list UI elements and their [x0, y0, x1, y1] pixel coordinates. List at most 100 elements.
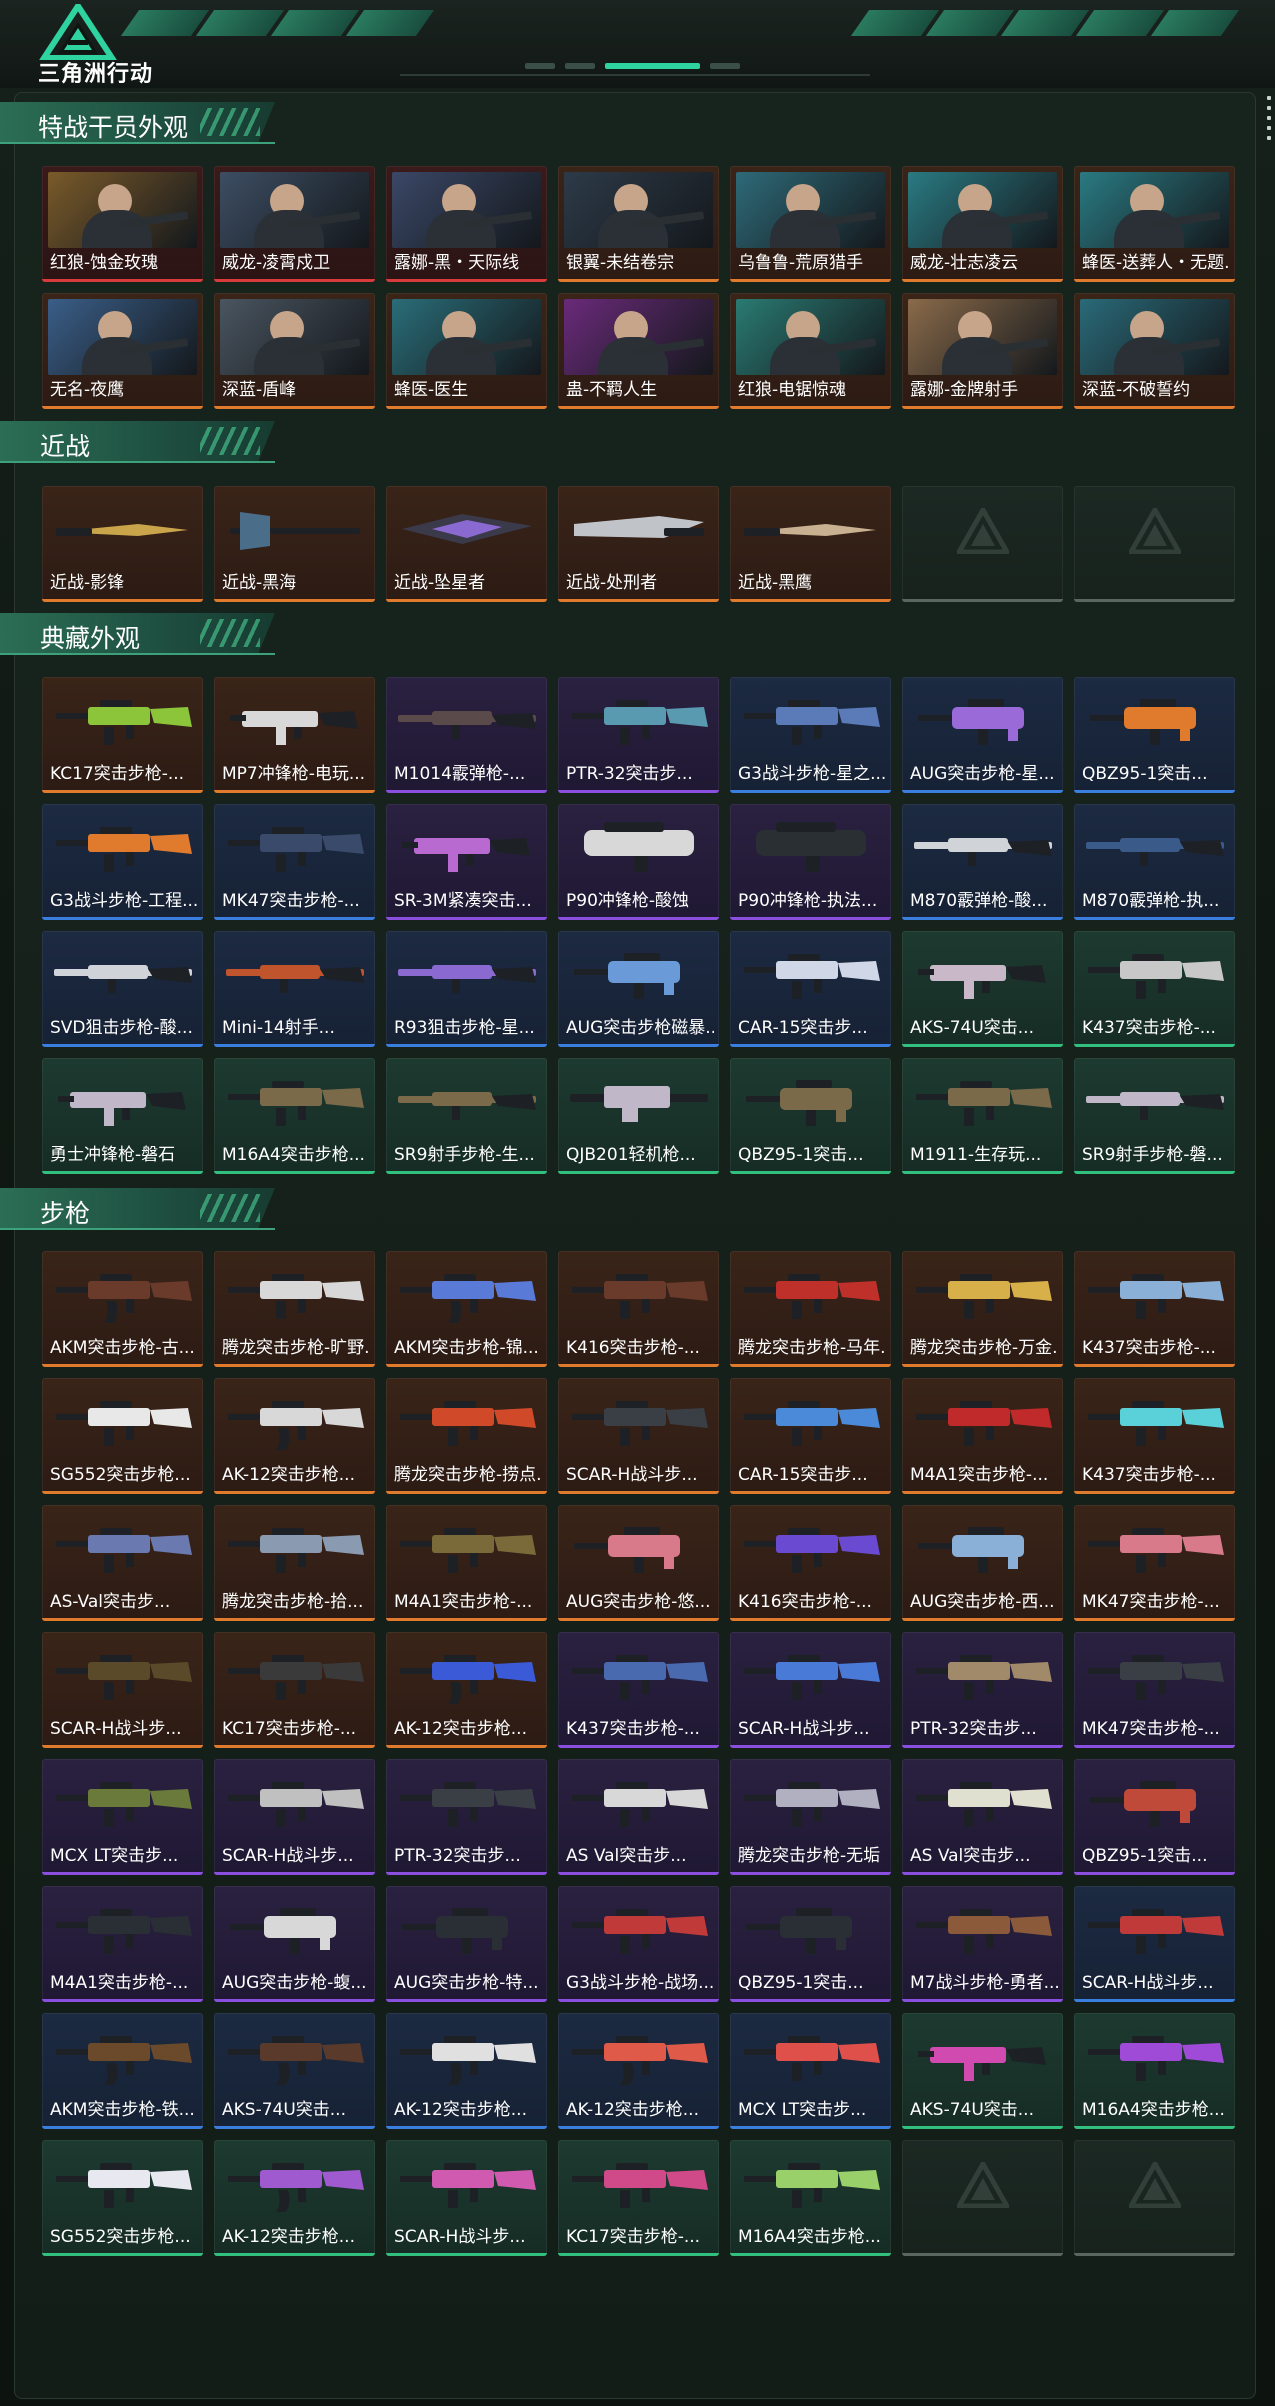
skin-card[interactable]: 近战-处刑者: [558, 486, 719, 602]
skin-card[interactable]: AUG突击步枪-特...: [386, 1886, 547, 2002]
skin-card[interactable]: 腾龙突击步枪-捞点...: [386, 1378, 547, 1494]
skin-card[interactable]: AUG突击步枪-星...: [902, 677, 1063, 793]
skin-card[interactable]: SR-3M紧凑突击...: [386, 804, 547, 920]
skin-card[interactable]: K416突击步枪-...: [730, 1505, 891, 1621]
skin-card[interactable]: AS Val突击步...: [558, 1759, 719, 1875]
skin-card[interactable]: 近战-影锋: [42, 486, 203, 602]
skin-card[interactable]: PTR-32突击步...: [558, 677, 719, 793]
skin-card[interactable]: MK47突击步枪-...: [1074, 1632, 1235, 1748]
skin-card[interactable]: 露娜-金牌射手: [902, 293, 1063, 409]
skin-card[interactable]: 乌鲁鲁-荒原猎手: [730, 166, 891, 282]
skin-card[interactable]: AUG突击步枪-蝮...: [214, 1886, 375, 2002]
skin-card[interactable]: 近战-坠星者: [386, 486, 547, 602]
skin-card[interactable]: AUG突击步枪磁暴...: [558, 931, 719, 1047]
skin-card[interactable]: P90冲锋枪-酸蚀: [558, 804, 719, 920]
skin-card[interactable]: SG552突击步枪...: [42, 2140, 203, 2256]
skin-card[interactable]: M16A4突击步枪...: [730, 2140, 891, 2256]
skin-card[interactable]: 腾龙突击步枪-万金...: [902, 1251, 1063, 1367]
skin-card[interactable]: CAR-15突击步...: [730, 1378, 891, 1494]
skin-card[interactable]: AS Val突击步...: [902, 1759, 1063, 1875]
skin-card[interactable]: 红狼-电锯惊魂: [730, 293, 891, 409]
skin-card[interactable]: SVD狙击步枪-酸...: [42, 931, 203, 1047]
skin-card[interactable]: 蜂医-医生: [386, 293, 547, 409]
skin-card[interactable]: AKM突击步枪-铁...: [42, 2013, 203, 2129]
skin-card[interactable]: G3战斗步枪-工程...: [42, 804, 203, 920]
skin-card[interactable]: 银翼-未结卷宗: [558, 166, 719, 282]
skin-card[interactable]: 近战-黑海: [214, 486, 375, 602]
skin-card[interactable]: Mini-14射手...: [214, 931, 375, 1047]
skin-card[interactable]: QBZ95-1突击...: [730, 1058, 891, 1174]
skin-card[interactable]: 蛊-不羁人生: [558, 293, 719, 409]
skin-card[interactable]: PTR-32突击步...: [386, 1759, 547, 1875]
skin-card[interactable]: M7战斗步枪-勇者...: [902, 1886, 1063, 2002]
skin-card[interactable]: AKS-74U突击...: [214, 2013, 375, 2129]
skin-card[interactable]: M1014霰弹枪-...: [386, 677, 547, 793]
skin-card[interactable]: MCX LT突击步...: [730, 2013, 891, 2129]
skin-card[interactable]: AUG突击步枪-西...: [902, 1505, 1063, 1621]
skin-card[interactable]: KC17突击步枪-...: [214, 1632, 375, 1748]
skin-card[interactable]: 腾龙突击步枪-拾...: [214, 1505, 375, 1621]
skin-card[interactable]: MCX LT突击步...: [42, 1759, 203, 1875]
skin-card[interactable]: SR9射手步枪-磐...: [1074, 1058, 1235, 1174]
skin-card[interactable]: AK-12突击步枪...: [214, 2140, 375, 2256]
skin-card[interactable]: 腾龙突击步枪-旷野...: [214, 1251, 375, 1367]
skin-card[interactable]: 蜂医-送葬人・无题...: [1074, 166, 1235, 282]
skin-card[interactable]: SCAR-H战斗步...: [386, 2140, 547, 2256]
skin-card[interactable]: K437突击步枪-...: [1074, 1251, 1235, 1367]
skin-card[interactable]: AK-12突击步枪...: [386, 2013, 547, 2129]
skin-card[interactable]: M870霰弹枪-执...: [1074, 804, 1235, 920]
skin-card[interactable]: SCAR-H战斗步...: [214, 1759, 375, 1875]
skin-card[interactable]: MP7冲锋枪-电玩...: [214, 677, 375, 793]
skin-card[interactable]: MK47突击步枪-...: [214, 804, 375, 920]
skin-card[interactable]: M4A1突击步枪-...: [42, 1886, 203, 2002]
skin-card[interactable]: AKM突击步枪-古...: [42, 1251, 203, 1367]
skin-card[interactable]: 勇士冲锋枪-磐石: [42, 1058, 203, 1174]
skin-card[interactable]: R93狙击步枪-星...: [386, 931, 547, 1047]
skin-card[interactable]: K437突击步枪-...: [558, 1632, 719, 1748]
skin-card[interactable]: MK47突击步枪-...: [1074, 1505, 1235, 1621]
skin-card[interactable]: QBZ95-1突击...: [730, 1886, 891, 2002]
skin-card[interactable]: P90冲锋枪-执法...: [730, 804, 891, 920]
skin-card[interactable]: 深蓝-盾峰: [214, 293, 375, 409]
skin-card[interactable]: K437突击步枪-...: [1074, 1378, 1235, 1494]
skin-card[interactable]: KC17突击步枪-...: [558, 2140, 719, 2256]
skin-card[interactable]: K416突击步枪-...: [558, 1251, 719, 1367]
skin-card[interactable]: QBZ95-1突击...: [1074, 677, 1235, 793]
skin-card[interactable]: CAR-15突击步...: [730, 931, 891, 1047]
skin-card[interactable]: SCAR-H战斗步...: [558, 1378, 719, 1494]
skin-card[interactable]: 无名-夜鹰: [42, 293, 203, 409]
scrollbar[interactable]: [1267, 96, 1271, 156]
skin-card[interactable]: AUG突击步枪-悠...: [558, 1505, 719, 1621]
skin-card[interactable]: 威龙-壮志凌云: [902, 166, 1063, 282]
skin-card[interactable]: SCAR-H战斗步...: [42, 1632, 203, 1748]
skin-card[interactable]: SG552突击步枪...: [42, 1378, 203, 1494]
skin-card[interactable]: M4A1突击步枪-...: [386, 1505, 547, 1621]
skin-card[interactable]: AKM突击步枪-锦...: [386, 1251, 547, 1367]
skin-card[interactable]: SCAR-H战斗步...: [1074, 1886, 1235, 2002]
skin-card[interactable]: G3战斗步枪-星之...: [730, 677, 891, 793]
skin-card[interactable]: AKS-74U突击...: [902, 2013, 1063, 2129]
skin-card[interactable]: M1911-生存玩...: [902, 1058, 1063, 1174]
skin-card[interactable]: AK-12突击步枪...: [214, 1378, 375, 1494]
skin-card[interactable]: 威龙-凌霄戍卫: [214, 166, 375, 282]
skin-card[interactable]: G3战斗步枪-战场...: [558, 1886, 719, 2002]
skin-card[interactable]: KC17突击步枪-...: [42, 677, 203, 793]
skin-card[interactable]: AK-12突击步枪...: [386, 1632, 547, 1748]
skin-card[interactable]: QBZ95-1突击...: [1074, 1759, 1235, 1875]
skin-card[interactable]: 深蓝-不破誓约: [1074, 293, 1235, 409]
skin-card[interactable]: AS-Val突击步...: [42, 1505, 203, 1621]
skin-card[interactable]: K437突击步枪-...: [1074, 931, 1235, 1047]
skin-card[interactable]: QJB201轻机枪...: [558, 1058, 719, 1174]
skin-card[interactable]: 红狼-蚀金玫瑰: [42, 166, 203, 282]
skin-card[interactable]: SCAR-H战斗步...: [730, 1632, 891, 1748]
skin-card[interactable]: M16A4突击步枪...: [1074, 2013, 1235, 2129]
skin-card[interactable]: M870霰弹枪-酸...: [902, 804, 1063, 920]
skin-card[interactable]: AK-12突击步枪...: [558, 2013, 719, 2129]
skin-card[interactable]: AKS-74U突击...: [902, 931, 1063, 1047]
skin-card[interactable]: M16A4突击步枪...: [214, 1058, 375, 1174]
skin-card[interactable]: 近战-黑鹰: [730, 486, 891, 602]
skin-card[interactable]: PTR-32突击步...: [902, 1632, 1063, 1748]
skin-card[interactable]: 腾龙突击步枪-无垢: [730, 1759, 891, 1875]
skin-card[interactable]: 腾龙突击步枪-马年...: [730, 1251, 891, 1367]
skin-card[interactable]: 露娜-黑・天际线: [386, 166, 547, 282]
